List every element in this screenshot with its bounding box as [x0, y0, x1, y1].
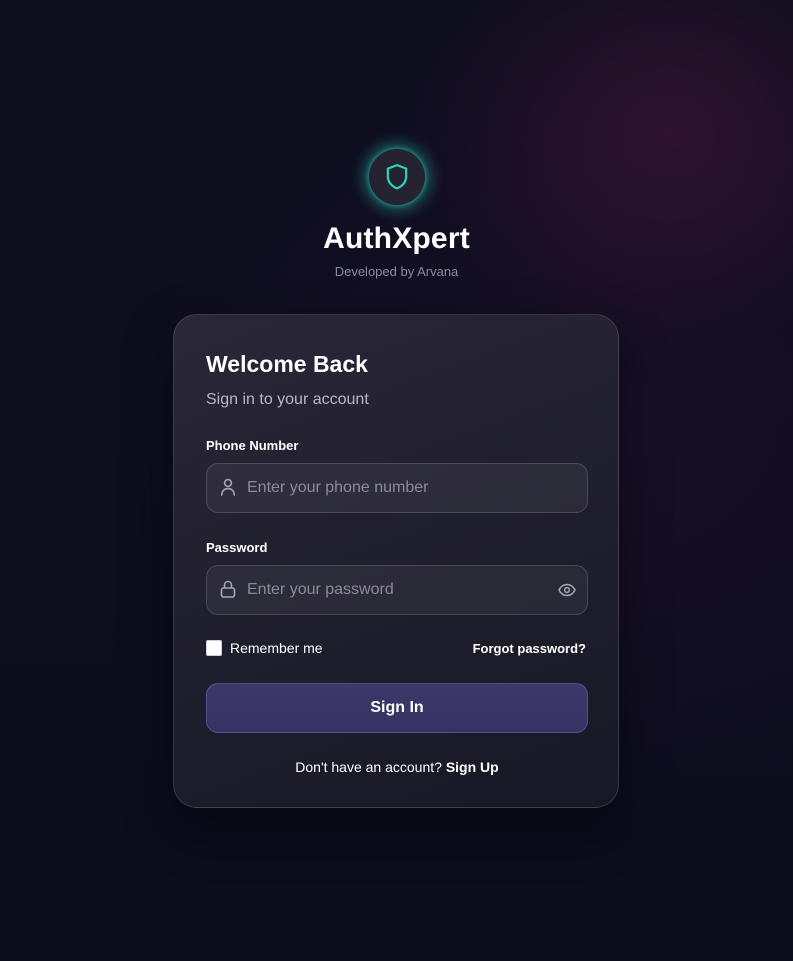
password-input[interactable] — [247, 566, 547, 614]
app-title: AuthXpert — [323, 222, 470, 255]
remember-me[interactable]: Remember me — [206, 640, 323, 656]
signup-prompt: Don't have an account? Sign Up — [174, 759, 620, 775]
remember-me-label: Remember me — [230, 640, 323, 656]
card-subtitle: Sign in to your account — [206, 391, 369, 408]
card-title: Welcome Back — [206, 351, 368, 377]
sign-up-link[interactable]: Sign Up — [446, 759, 499, 775]
phone-number-label: Phone Number — [206, 438, 299, 453]
phone-number-field — [206, 463, 588, 513]
user-icon — [219, 478, 237, 496]
eye-icon[interactable] — [557, 580, 577, 600]
sign-in-button[interactable]: Sign In — [206, 683, 588, 733]
password-field — [206, 565, 588, 615]
shield-icon — [384, 163, 410, 191]
lock-icon — [219, 580, 237, 598]
remember-me-checkbox[interactable] — [206, 640, 222, 656]
login-card: Welcome Back Sign in to your account Pho… — [173, 314, 619, 808]
phone-number-input[interactable] — [247, 464, 547, 512]
password-label: Password — [206, 540, 268, 555]
app-subtitle: Developed by Arvana — [334, 264, 459, 279]
signup-prompt-text: Don't have an account? — [295, 759, 442, 775]
forgot-password-link[interactable]: Forgot password? — [473, 641, 586, 656]
app-logo — [369, 149, 425, 205]
